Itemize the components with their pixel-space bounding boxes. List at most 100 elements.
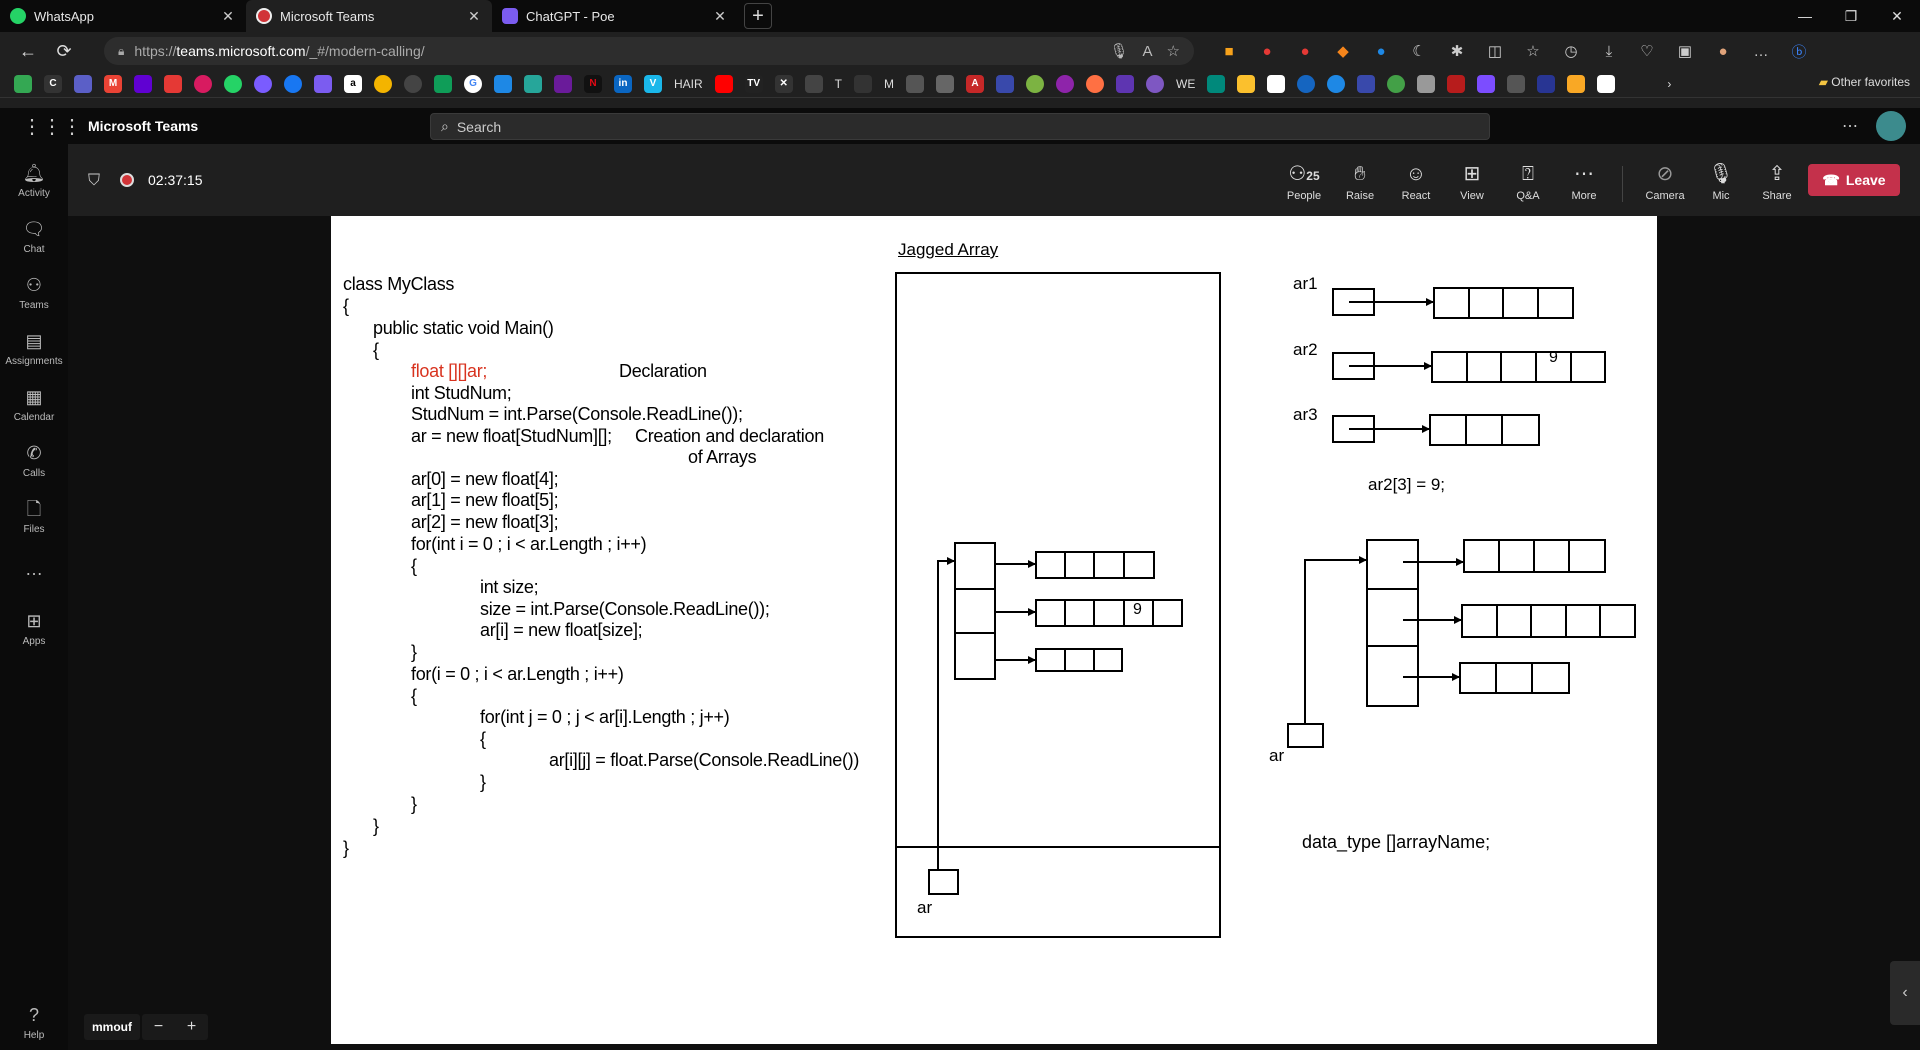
- tab-whatsapp[interactable]: WhatsApp ✕: [0, 0, 246, 32]
- favorite-hair[interactable]: HAIR: [674, 77, 703, 91]
- netflix-icon[interactable]: N: [584, 74, 602, 93]
- favorite-icon[interactable]: [554, 74, 572, 93]
- panel-toggle-chevron-icon[interactable]: ‹: [1890, 961, 1920, 1025]
- favorite-t[interactable]: T: [835, 77, 842, 91]
- favorite-icon[interactable]: [1116, 74, 1135, 93]
- amazon-icon[interactable]: a: [344, 74, 362, 93]
- favorite-icon[interactable]: [996, 74, 1015, 93]
- rail-item-calendar[interactable]: ▦ Calendar: [0, 386, 68, 423]
- more-button[interactable]: ⋯ More: [1556, 162, 1612, 202]
- split-screen-icon[interactable]: ◫: [1476, 42, 1514, 60]
- rail-item-activity[interactable]: 🔔︎ Activity: [0, 162, 68, 199]
- whatsapp-icon[interactable]: [224, 74, 242, 93]
- favorite-icon[interactable]: [906, 74, 925, 93]
- rail-item-teams[interactable]: ⚇ Teams: [0, 274, 68, 311]
- favorite-icon[interactable]: [1447, 74, 1466, 93]
- favorite-icon[interactable]: TV: [744, 74, 763, 93]
- search-input[interactable]: ⌕ Search: [430, 113, 1490, 140]
- favorite-icon[interactable]: [1297, 74, 1316, 93]
- app-launcher-icon[interactable]: ⋮⋮⋮: [22, 114, 82, 139]
- favorite-icon[interactable]: [1537, 74, 1556, 93]
- favorite-icon[interactable]: [1026, 74, 1045, 93]
- favorite-icon[interactable]: [164, 74, 182, 93]
- teams-icon[interactable]: [74, 74, 92, 93]
- extension-icon[interactable]: ●: [1362, 43, 1400, 60]
- raise-hand-button[interactable]: ✋︎ Raise: [1332, 162, 1388, 202]
- facebook-icon[interactable]: [284, 74, 302, 93]
- rail-item-apps[interactable]: ⊞ Apps: [0, 610, 68, 647]
- favorite-icon[interactable]: [1597, 74, 1616, 93]
- favorite-icon[interactable]: [524, 74, 542, 93]
- rail-item-calls[interactable]: ✆ Calls: [0, 442, 68, 479]
- favorite-icon[interactable]: [404, 74, 422, 93]
- favorite-icon[interactable]: [1146, 74, 1165, 93]
- minimize-button[interactable]: —: [1782, 0, 1828, 32]
- favorite-icon[interactable]: [936, 74, 955, 93]
- favorite-icon[interactable]: A: [966, 74, 985, 93]
- restore-button[interactable]: ❐: [1828, 0, 1874, 32]
- metamask-icon[interactable]: ◆: [1324, 42, 1362, 60]
- microphone-icon[interactable]: 🎙︎: [1109, 42, 1128, 60]
- collections-icon[interactable]: ▣: [1666, 42, 1704, 60]
- close-tab-icon[interactable]: ✕: [220, 8, 236, 25]
- favorite-icon[interactable]: ✕: [774, 74, 793, 93]
- favorite-icon[interactable]: [1507, 74, 1526, 93]
- favorite-icon[interactable]: [804, 74, 823, 93]
- rail-item-files[interactable]: 🗋︎ Files: [0, 498, 68, 535]
- shield-icon[interactable]: ⛉: [88, 172, 100, 190]
- dark-mode-icon[interactable]: ☾: [1400, 42, 1438, 60]
- favorite-icon[interactable]: [1237, 74, 1256, 93]
- favorite-star-icon[interactable]: ☆: [1167, 42, 1180, 60]
- favorite-icon[interactable]: [194, 74, 212, 93]
- react-button[interactable]: ☺ React: [1388, 162, 1444, 202]
- favorite-icon[interactable]: [1207, 74, 1226, 93]
- read-aloud-icon[interactable]: A: [1143, 43, 1153, 60]
- qa-button[interactable]: ⍰ Q&A: [1500, 162, 1556, 202]
- favorite-icon[interactable]: [1387, 74, 1406, 93]
- yahoo-mail-icon[interactable]: [134, 74, 152, 93]
- vimeo-icon[interactable]: V: [644, 74, 662, 93]
- refresh-icon[interactable]: ⟳: [46, 41, 82, 62]
- maps-icon[interactable]: [434, 74, 452, 93]
- view-button[interactable]: ⊞ View: [1444, 162, 1500, 202]
- favorite-icon[interactable]: [1086, 74, 1105, 93]
- google-icon[interactable]: G: [464, 74, 482, 93]
- tab-chatgpt-poe[interactable]: ChatGPT - Poe ✕: [492, 0, 738, 32]
- linkedin-icon[interactable]: in: [614, 74, 632, 93]
- rail-item-help[interactable]: ? Help: [0, 1004, 68, 1041]
- downloads-icon[interactable]: ⤓: [1590, 43, 1628, 60]
- poe-icon[interactable]: [314, 74, 332, 93]
- google-drive-icon[interactable]: [14, 74, 32, 93]
- favorite-icon[interactable]: [854, 74, 873, 93]
- camera-button[interactable]: ⊘ Camera: [1637, 162, 1693, 202]
- rail-item-chat[interactable]: 🗨︎ Chat: [0, 218, 68, 255]
- more-options-icon[interactable]: ⋯: [1842, 116, 1858, 136]
- favorites-icon[interactable]: ☆: [1514, 42, 1552, 60]
- extensions-icon[interactable]: ✱: [1438, 42, 1476, 60]
- extension-icon[interactable]: ■: [1210, 43, 1248, 60]
- extension-icon[interactable]: ●: [1286, 43, 1324, 60]
- rail-item-more[interactable]: …: [0, 558, 68, 580]
- favorite-icon[interactable]: [1477, 74, 1496, 93]
- tab-microsoft-teams[interactable]: Microsoft Teams ✕: [246, 0, 492, 32]
- performance-icon[interactable]: ♡: [1628, 42, 1666, 60]
- mic-button[interactable]: 🎙︎ Mic: [1693, 162, 1749, 202]
- close-tab-icon[interactable]: ✕: [712, 8, 728, 25]
- zoom-out-button[interactable]: −: [154, 1018, 163, 1036]
- more-icon[interactable]: …: [1742, 43, 1780, 60]
- favorite-icon[interactable]: [1357, 74, 1376, 93]
- extension-icon[interactable]: ●: [1248, 43, 1286, 60]
- favorite-icon[interactable]: [1327, 74, 1346, 93]
- favorite-icon[interactable]: [1567, 74, 1586, 93]
- back-icon[interactable]: ←: [10, 41, 46, 62]
- youtube-icon[interactable]: [714, 74, 733, 93]
- favorite-icon[interactable]: [1417, 74, 1436, 93]
- other-favorites[interactable]: ▰ Other favorites: [1819, 75, 1910, 89]
- leave-button[interactable]: ☎︎ Leave: [1808, 164, 1900, 196]
- zoom-in-button[interactable]: +: [187, 1018, 196, 1036]
- rail-item-assignments[interactable]: ▤ Assignments: [0, 330, 68, 367]
- close-window-button[interactable]: ✕: [1874, 0, 1920, 32]
- people-button[interactable]: ⚇25 People: [1276, 162, 1332, 202]
- gmail-icon[interactable]: M: [104, 74, 122, 93]
- favorite-icon[interactable]: [374, 74, 392, 93]
